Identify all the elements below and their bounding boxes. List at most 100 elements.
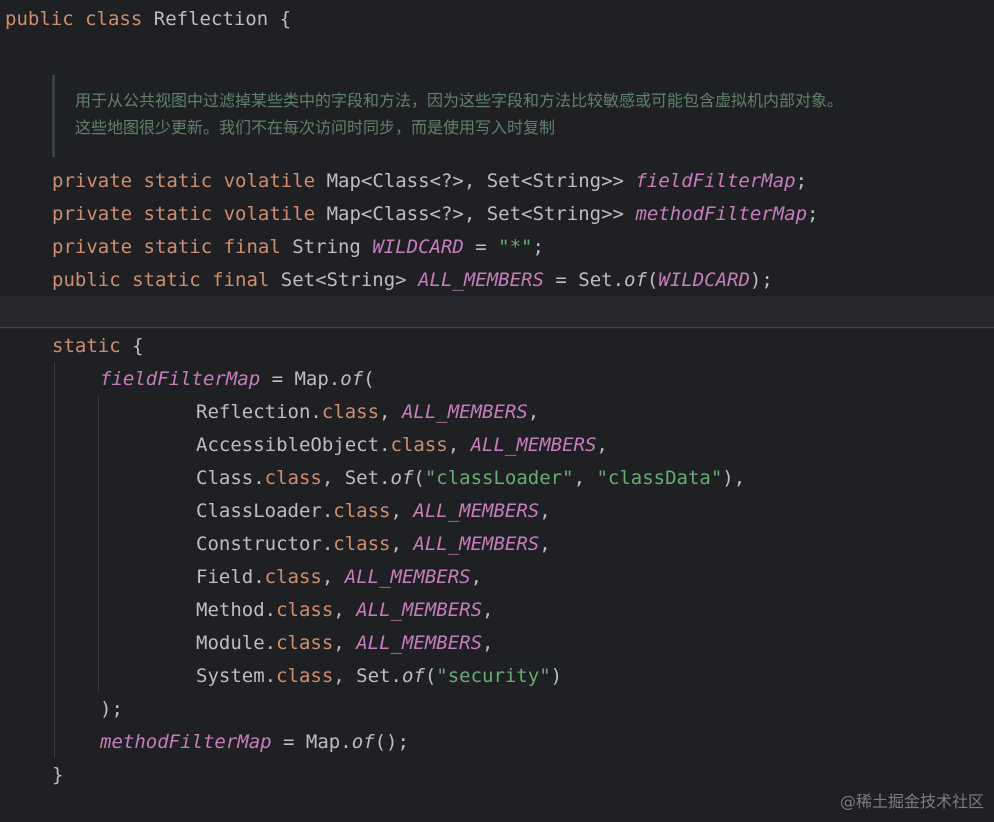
keyword: class — [264, 467, 322, 489]
operator: = — [543, 269, 579, 291]
indent-guide — [54, 362, 55, 758]
field-declaration: public static final Set<String> ALL_MEMB… — [52, 264, 773, 297]
field-ref: methodFilterMap — [100, 731, 272, 753]
punct: . — [264, 599, 277, 621]
modifiers: private static final — [52, 236, 281, 258]
class-ref: Method — [196, 599, 265, 621]
punct: , — [470, 566, 483, 588]
field-declaration: private static volatile Map<Class<?>, Se… — [52, 198, 818, 231]
keyword: class — [390, 434, 448, 456]
punct: , — [596, 434, 608, 456]
brace: { — [279, 8, 292, 30]
field-ref: ALL_MEMBERS — [413, 500, 540, 522]
keyword: class — [276, 599, 334, 621]
map-entry: ClassLoader.class, ALL_MEMBERS, — [196, 495, 551, 528]
field-name: methodFilterMap — [635, 203, 808, 225]
punct: , — [482, 632, 494, 654]
map-entry: Reflection.class, ALL_MEMBERS, — [196, 396, 539, 429]
punct: . — [253, 467, 265, 489]
operator: = — [463, 236, 499, 258]
class-ref: Map. — [294, 368, 341, 390]
string-literal: "*" — [498, 236, 533, 258]
class-ref: Map. — [305, 731, 352, 753]
current-line-highlight — [0, 296, 994, 329]
punct: , — [333, 632, 357, 654]
map-entry: Field.class, ALL_MEMBERS, — [196, 561, 482, 594]
method-separator — [0, 327, 994, 328]
modifiers: private static volatile — [52, 170, 316, 192]
punct: , — [539, 533, 551, 555]
punct: ); — [100, 698, 123, 720]
punct: , Set. — [333, 665, 402, 687]
string-literal: "security" — [436, 665, 551, 687]
class-ref: AccessibleObject — [196, 434, 380, 456]
class-ref: Field — [196, 566, 254, 588]
map-entry: System.class, Set.of("security") — [196, 660, 562, 693]
map-entry: Method.class, ALL_MEMBERS, — [196, 594, 493, 627]
operator: = — [271, 731, 306, 753]
field-name: ALL_MEMBERS — [418, 269, 544, 291]
punct: , — [527, 401, 540, 423]
method-call: of — [351, 731, 375, 753]
punct: . — [264, 665, 277, 687]
punct: , Set. — [321, 467, 391, 489]
field-ref: ALL_MEMBERS — [356, 599, 483, 621]
punct: . — [321, 500, 334, 522]
punct: , — [447, 434, 471, 456]
map-entry: Class.class, Set.of("classLoader", "clas… — [196, 462, 745, 495]
brace: } — [52, 764, 64, 786]
keyword: class — [276, 632, 334, 654]
class-ref: System — [196, 665, 265, 687]
field-ref: ALL_MEMBERS — [470, 434, 597, 456]
field-declaration: private static volatile Map<Class<?>, Se… — [52, 165, 807, 198]
method-call: of — [390, 467, 414, 489]
field-ref: fieldFilterMap — [100, 368, 261, 390]
field-name: WILDCARD — [372, 236, 464, 258]
map-entry: AccessibleObject.class, ALL_MEMBERS, — [196, 429, 608, 462]
punct: ) — [550, 665, 563, 687]
punct: ; — [795, 170, 808, 192]
class-ref: Module — [196, 632, 265, 654]
method-call: of — [624, 269, 647, 291]
field-ref: ALL_MEMBERS — [413, 533, 540, 555]
punct: , — [390, 500, 414, 522]
string-literal: "classLoader" — [424, 467, 574, 489]
indent-guide — [98, 395, 99, 692]
method-call: of — [340, 368, 364, 390]
punct: , — [390, 533, 414, 555]
keyword: class — [333, 500, 391, 522]
doc-comment: 用于从公共视图中过滤掉某些类中的字段和方法，因为这些字段和方法比较敏感或可能包含… — [52, 75, 994, 157]
doc-comment-line: 用于从公共视图中过滤掉某些类中的字段和方法，因为这些字段和方法比较敏感或可能包含… — [75, 91, 844, 110]
punct: , — [573, 467, 597, 489]
punct: ); — [749, 269, 773, 291]
punct: , — [539, 500, 551, 522]
modifiers: private static volatile — [52, 203, 316, 225]
static-block-open: static { — [52, 330, 144, 363]
type: String — [292, 236, 361, 258]
assignment: methodFilterMap = Map.of(); — [100, 726, 409, 759]
punct: ( — [646, 269, 659, 291]
class-ref: ClassLoader — [196, 500, 322, 522]
class-ref: Set. — [578, 269, 625, 291]
field-ref: ALL_MEMBERS — [356, 632, 483, 654]
assignment: fieldFilterMap = Map.of( — [100, 363, 375, 396]
field-name: fieldFilterMap — [635, 170, 796, 192]
class-name: Reflection — [153, 8, 269, 30]
type: Map<Class<?>, Set<String>> — [326, 203, 624, 225]
call-close: ); — [100, 693, 123, 726]
keyword: class — [85, 8, 143, 30]
class-ref: Reflection — [196, 401, 311, 423]
punct: . — [264, 632, 277, 654]
punct: , — [379, 401, 402, 423]
punct: . — [379, 434, 391, 456]
code-editor[interactable]: public class Reflection { 用于从公共视图中过滤掉某些类… — [0, 0, 994, 822]
punct: . — [253, 566, 265, 588]
brace: { — [120, 335, 144, 357]
keyword: class — [264, 566, 322, 588]
keyword: public — [5, 8, 74, 30]
type: Set<String> — [280, 269, 407, 291]
operator: = — [260, 368, 295, 390]
field-ref: ALL_MEMBERS — [344, 566, 471, 588]
field-declaration: private static final String WILDCARD = "… — [52, 231, 544, 264]
field-ref: ALL_MEMBERS — [401, 401, 528, 423]
